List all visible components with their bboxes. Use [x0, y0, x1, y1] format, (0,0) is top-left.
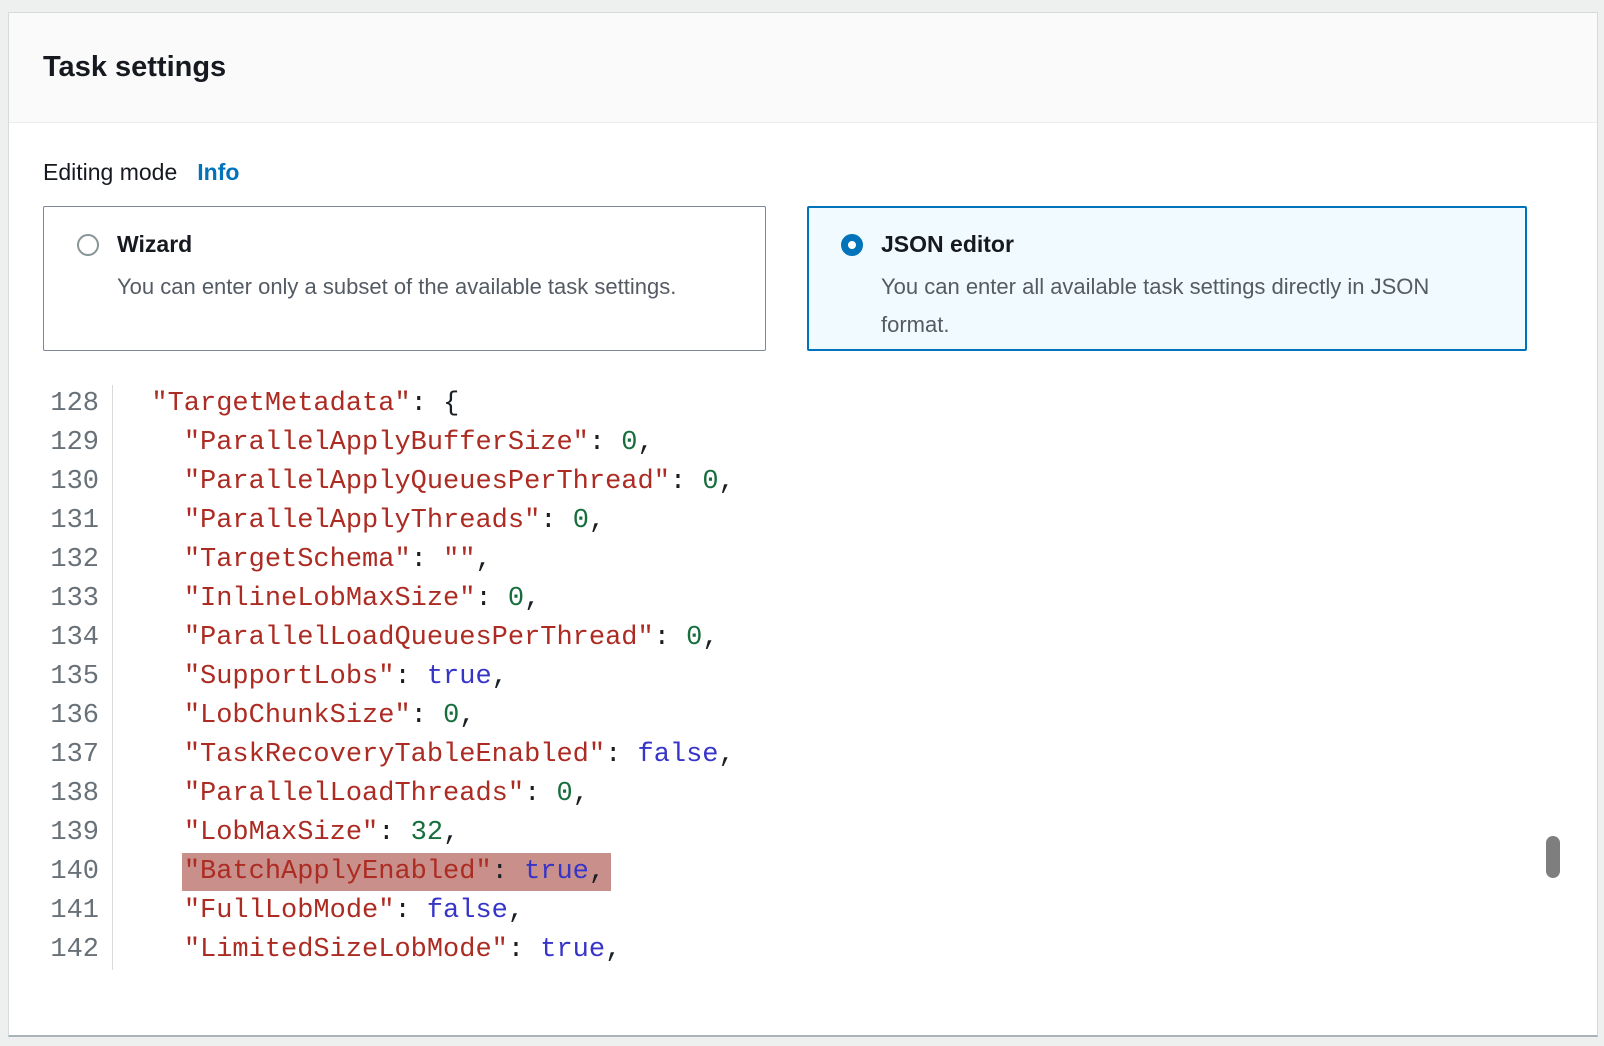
code-line-content: "FullLobMode": false,	[113, 892, 524, 931]
json-editor-radio[interactable]	[841, 234, 863, 256]
code-line-content: "LimitedSizeLobMode": true,	[113, 931, 621, 970]
editing-mode-label: Editing mode	[43, 159, 177, 186]
line-number: 132	[9, 541, 113, 580]
vertical-scrollbar-thumb[interactable]	[1546, 836, 1560, 878]
line-number: 131	[9, 502, 113, 541]
code-line-content: "ParallelApplyQueuesPerThread": 0,	[113, 463, 735, 502]
tile-wizard-top: Wizard	[77, 231, 745, 258]
tile-json-editor[interactable]: JSON editor You can enter all available …	[807, 206, 1527, 351]
code-line-content: "LobChunkSize": 0,	[113, 697, 475, 736]
tile-json-editor-top: JSON editor	[841, 231, 1506, 258]
line-number: 133	[9, 580, 113, 619]
code-line-content: "LobMaxSize": 32,	[113, 814, 459, 853]
card-header: Task settings	[9, 13, 1597, 123]
line-number: 130	[9, 463, 113, 502]
line-number: 129	[9, 424, 113, 463]
editing-mode-row: Editing mode Info	[43, 159, 239, 186]
wizard-description: You can enter only a subset of the avail…	[117, 268, 725, 306]
line-number: 134	[9, 619, 113, 658]
code-line[interactable]: 137 "TaskRecoveryTableEnabled": false,	[9, 736, 1577, 775]
code-line[interactable]: 129 "ParallelApplyBufferSize": 0,	[9, 424, 1577, 463]
json-editor-label: JSON editor	[881, 231, 1014, 258]
code-line[interactable]: 132 "TargetSchema": "",	[9, 541, 1577, 580]
code-line-content: "ParallelLoadThreads": 0,	[113, 775, 589, 814]
code-line[interactable]: 138 "ParallelLoadThreads": 0,	[9, 775, 1577, 814]
line-number: 140	[9, 853, 113, 892]
json-editor-description: You can enter all available task setting…	[881, 268, 1489, 344]
line-number: 136	[9, 697, 113, 736]
line-number: 141	[9, 892, 113, 931]
code-line-content: "ParallelLoadQueuesPerThread": 0,	[113, 619, 719, 658]
line-number: 128	[9, 385, 113, 424]
code-line-content: "InlineLobMaxSize": 0,	[113, 580, 540, 619]
code-line[interactable]: 141 "FullLobMode": false,	[9, 892, 1577, 931]
code-lines: 128 "TargetMetadata": {129 "ParallelAppl…	[9, 385, 1577, 970]
editing-mode-tiles: Wizard You can enter only a subset of th…	[43, 206, 1527, 351]
code-line[interactable]: 135 "SupportLobs": true,	[9, 658, 1577, 697]
code-line-content: "SupportLobs": true,	[113, 658, 508, 697]
page-title: Task settings	[43, 51, 226, 84]
line-number: 139	[9, 814, 113, 853]
code-line[interactable]: 136 "LobChunkSize": 0,	[9, 697, 1577, 736]
wizard-label: Wizard	[117, 231, 192, 258]
code-line[interactable]: 140 "BatchApplyEnabled": true,	[9, 853, 1577, 892]
tile-wizard[interactable]: Wizard You can enter only a subset of th…	[43, 206, 766, 351]
code-line[interactable]: 128 "TargetMetadata": {	[9, 385, 1577, 424]
highlighted-code: "BatchApplyEnabled": true,	[182, 853, 611, 891]
line-number: 135	[9, 658, 113, 697]
info-link[interactable]: Info	[197, 159, 239, 186]
code-line[interactable]: 130 "ParallelApplyQueuesPerThread": 0,	[9, 463, 1577, 502]
code-line-content: "ParallelApplyBufferSize": 0,	[113, 424, 654, 463]
code-line[interactable]: 142 "LimitedSizeLobMode": true,	[9, 931, 1577, 970]
line-number: 142	[9, 931, 113, 970]
wizard-radio[interactable]	[77, 234, 99, 256]
code-line-content: "TargetMetadata": {	[113, 385, 459, 424]
code-line-content: "TaskRecoveryTableEnabled": false,	[113, 736, 735, 775]
code-line[interactable]: 134 "ParallelLoadQueuesPerThread": 0,	[9, 619, 1577, 658]
line-number: 137	[9, 736, 113, 775]
code-line-content: "TargetSchema": "",	[113, 541, 492, 580]
line-number: 138	[9, 775, 113, 814]
json-code-editor[interactable]: 128 "TargetMetadata": {129 "ParallelAppl…	[9, 385, 1577, 970]
code-line-content: "BatchApplyEnabled": true,	[113, 853, 605, 892]
code-line[interactable]: 131 "ParallelApplyThreads": 0,	[9, 502, 1577, 541]
code-line[interactable]: 139 "LobMaxSize": 32,	[9, 814, 1577, 853]
code-line[interactable]: 133 "InlineLobMaxSize": 0,	[9, 580, 1577, 619]
code-line-content: "ParallelApplyThreads": 0,	[113, 502, 605, 541]
task-settings-card: Task settings Editing mode Info Wizard Y…	[8, 12, 1598, 1037]
